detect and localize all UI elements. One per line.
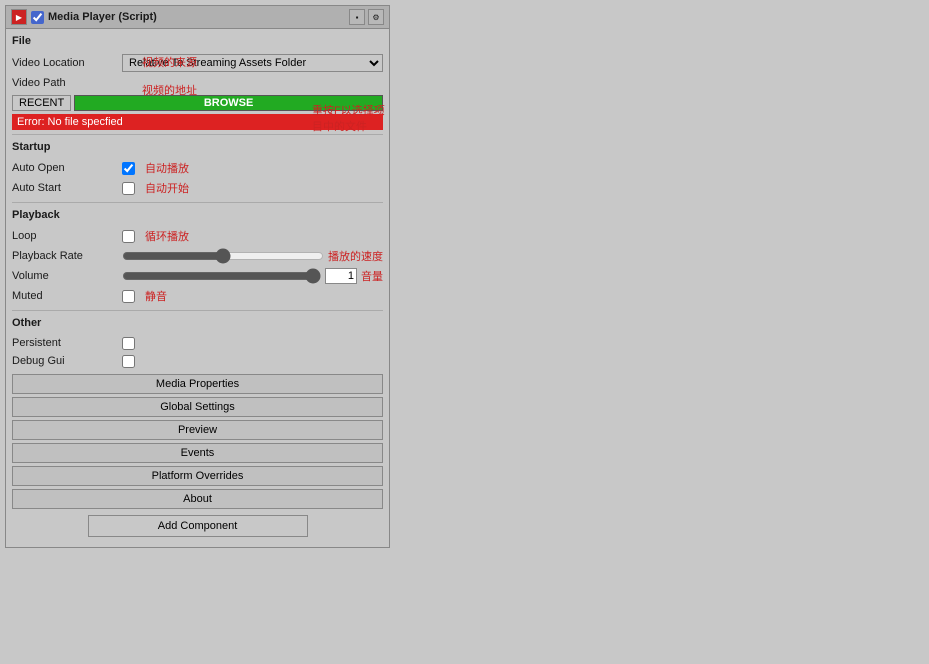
startup-section-header: Startup xyxy=(12,139,383,155)
loop-label: Loop xyxy=(12,230,122,242)
loop-checkbox[interactable] xyxy=(122,230,135,243)
video-path-label: Video Path xyxy=(12,77,122,89)
titlebar-buttons: ▪ ⚙ xyxy=(349,9,384,25)
enabled-checkbox[interactable] xyxy=(31,11,44,24)
playback-rate-slider[interactable] xyxy=(122,249,324,263)
startup-section: Startup Auto Open 自动播放 Auto Start 自动开始 xyxy=(12,139,383,198)
video-path-row: Video Path xyxy=(12,74,383,92)
divider-other xyxy=(12,310,383,311)
muted-checkbox[interactable] xyxy=(122,290,135,303)
main-window: ▶ Media Player (Script) ▪ ⚙ File Video L… xyxy=(5,5,390,548)
events-button[interactable]: Events xyxy=(12,443,383,463)
volume-label: Volume xyxy=(12,270,122,282)
loop-annotation: 循环播放 xyxy=(145,228,189,244)
global-settings-button[interactable]: Global Settings xyxy=(12,397,383,417)
auto-start-annotation: 自动开始 xyxy=(145,180,189,196)
video-location-dropdown[interactable]: Relative To Streaming Assets Folder xyxy=(122,54,383,72)
volume-input[interactable] xyxy=(325,268,357,284)
auto-open-annotation: 自动播放 xyxy=(145,160,189,176)
muted-row: Muted 静音 xyxy=(12,286,383,306)
video-location-value: Relative To Streaming Assets Folder xyxy=(122,54,383,72)
volume-annotation: 音量 xyxy=(361,268,383,284)
debug-gui-label: Debug Gui xyxy=(12,355,122,367)
file-section: File Video Location Relative To Streamin… xyxy=(12,33,383,130)
titlebar: ▶ Media Player (Script) ▪ ⚙ xyxy=(6,6,389,29)
window-icon: ▶ xyxy=(11,9,27,25)
muted-label: Muted xyxy=(12,290,122,302)
recent-button[interactable]: RECENT xyxy=(12,95,71,111)
playback-section: Playback Loop 循环播放 Playback Rate 播放的速度 V… xyxy=(12,207,383,306)
playback-rate-label: Playback Rate xyxy=(12,250,122,262)
auto-start-checkbox[interactable] xyxy=(122,182,135,195)
other-section-header: Other xyxy=(12,315,383,331)
video-location-row: Video Location Relative To Streaming Ass… xyxy=(12,52,383,74)
file-buttons-row: RECENT BROWSE xyxy=(12,95,383,111)
collapse-button[interactable]: ▪ xyxy=(349,9,365,25)
preview-button[interactable]: Preview xyxy=(12,420,383,440)
about-button[interactable]: About xyxy=(12,489,383,509)
playback-section-header: Playback xyxy=(12,207,383,223)
window-title: Media Player (Script) xyxy=(48,11,345,23)
playback-rate-row: Playback Rate 播放的速度 xyxy=(12,246,383,266)
file-section-header: File xyxy=(12,33,383,49)
debug-gui-row: Debug Gui xyxy=(12,352,383,370)
video-location-label: Video Location xyxy=(12,57,122,69)
persistent-checkbox[interactable] xyxy=(122,337,135,350)
muted-annotation: 静音 xyxy=(145,288,167,304)
auto-open-row: Auto Open 自动播放 xyxy=(12,158,383,178)
playback-rate-annotation: 播放的速度 xyxy=(328,248,383,264)
panel-content: File Video Location Relative To Streamin… xyxy=(6,29,389,547)
loop-row: Loop 循环播放 xyxy=(12,226,383,246)
platform-overrides-button[interactable]: Platform Overrides xyxy=(12,466,383,486)
auto-start-row: Auto Start 自动开始 xyxy=(12,178,383,198)
browse-button[interactable]: BROWSE xyxy=(74,95,383,111)
volume-row: Volume 音量 xyxy=(12,266,383,286)
settings-button[interactable]: ⚙ xyxy=(368,9,384,25)
volume-slider[interactable] xyxy=(122,269,321,283)
persistent-label: Persistent xyxy=(12,337,122,349)
auto-open-label: Auto Open xyxy=(12,162,122,174)
divider-startup xyxy=(12,134,383,135)
persistent-row: Persistent xyxy=(12,334,383,352)
auto-start-label: Auto Start xyxy=(12,182,122,194)
error-bar: Error: No file specfied xyxy=(12,114,383,130)
media-properties-button[interactable]: Media Properties xyxy=(12,374,383,394)
divider-playback xyxy=(12,202,383,203)
auto-open-checkbox[interactable] xyxy=(122,162,135,175)
other-section: Other Persistent Debug Gui xyxy=(12,315,383,370)
add-component-button[interactable]: Add Component xyxy=(88,515,308,537)
debug-gui-checkbox[interactable] xyxy=(122,355,135,368)
